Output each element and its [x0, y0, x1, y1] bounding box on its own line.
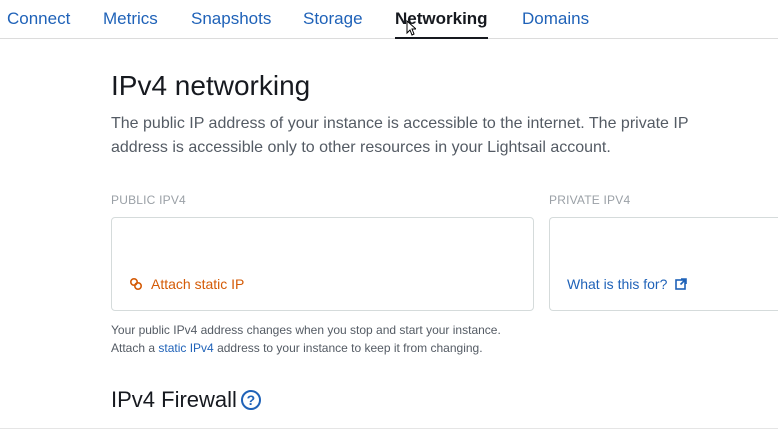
tab-connect[interactable]: Connect: [7, 9, 70, 29]
ipv4-description: The public IP address of your instance i…: [111, 115, 689, 156]
tab-metrics[interactable]: Metrics: [103, 9, 158, 29]
ipv4-firewall-title-row: IPv4 Firewall ?: [111, 387, 261, 413]
what-is-this-for-label[interactable]: What is this for?: [567, 276, 667, 292]
tab-domains[interactable]: Domains: [522, 9, 589, 29]
tab-storage[interactable]: Storage: [303, 9, 363, 29]
public-ipv4-card: Attach static IP: [111, 217, 534, 311]
note-line-2-prefix: Attach a: [111, 341, 159, 355]
public-ipv4-label: PUBLIC IPV4: [111, 193, 186, 207]
static-ipv4-link[interactable]: static IPv4: [158, 341, 213, 355]
public-ip-note: Your public IPv4 address changes when yo…: [111, 321, 501, 357]
note-line-2: Attach a static IPv4 address to your ins…: [111, 339, 501, 357]
ipv4-networking-title: IPv4 networking: [111, 70, 311, 101]
tab-snapshots[interactable]: Snapshots: [191, 9, 271, 29]
ipv4-firewall-title: IPv4 Firewall: [111, 387, 237, 412]
mouse-cursor-icon: [406, 20, 416, 36]
what-is-this-for-link[interactable]: What is this for?: [567, 276, 688, 292]
tab-bar: Connect Metrics Snapshots Storage Networ…: [0, 0, 778, 40]
attach-static-ip-label[interactable]: Attach static IP: [151, 276, 244, 292]
help-icon[interactable]: ?: [240, 390, 261, 410]
divider: [0, 428, 778, 429]
private-ipv4-card: What is this for?: [549, 217, 778, 311]
note-line-2-suffix: address to your instance to keep it from…: [213, 341, 483, 355]
external-link-icon: [675, 278, 688, 290]
note-line-1: Your public IPv4 address changes when yo…: [111, 323, 501, 337]
private-ipv4-label: PRIVATE IPV4: [549, 193, 631, 207]
attach-static-ip-link[interactable]: Attach static IP: [129, 276, 244, 292]
link-chain-icon: [129, 277, 143, 291]
